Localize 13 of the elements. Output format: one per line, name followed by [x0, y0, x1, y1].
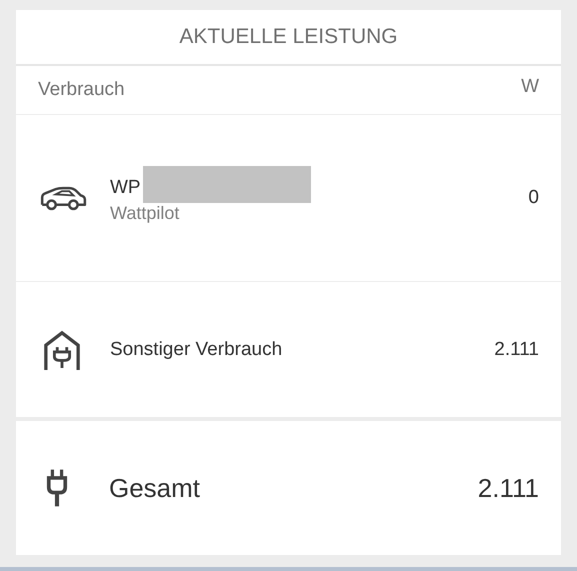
consumer-name: WP [110, 176, 141, 198]
power-value: 2.111 [494, 338, 539, 360]
plug-icon [46, 469, 68, 507]
power-value: 0 [528, 187, 539, 209]
column-label: Verbrauch [38, 79, 125, 101]
unit-label: W [521, 76, 539, 98]
total-value: 2.111 [478, 472, 539, 504]
total-label: Gesamt [109, 472, 202, 504]
consumer-name: Sonstiger Verbrauch [110, 338, 282, 360]
consumer-type: Wattpilot [110, 203, 180, 224]
card-title: AKTUELLE LEISTUNG [179, 25, 398, 49]
car-icon [38, 186, 88, 210]
house-plug-icon [43, 330, 81, 370]
